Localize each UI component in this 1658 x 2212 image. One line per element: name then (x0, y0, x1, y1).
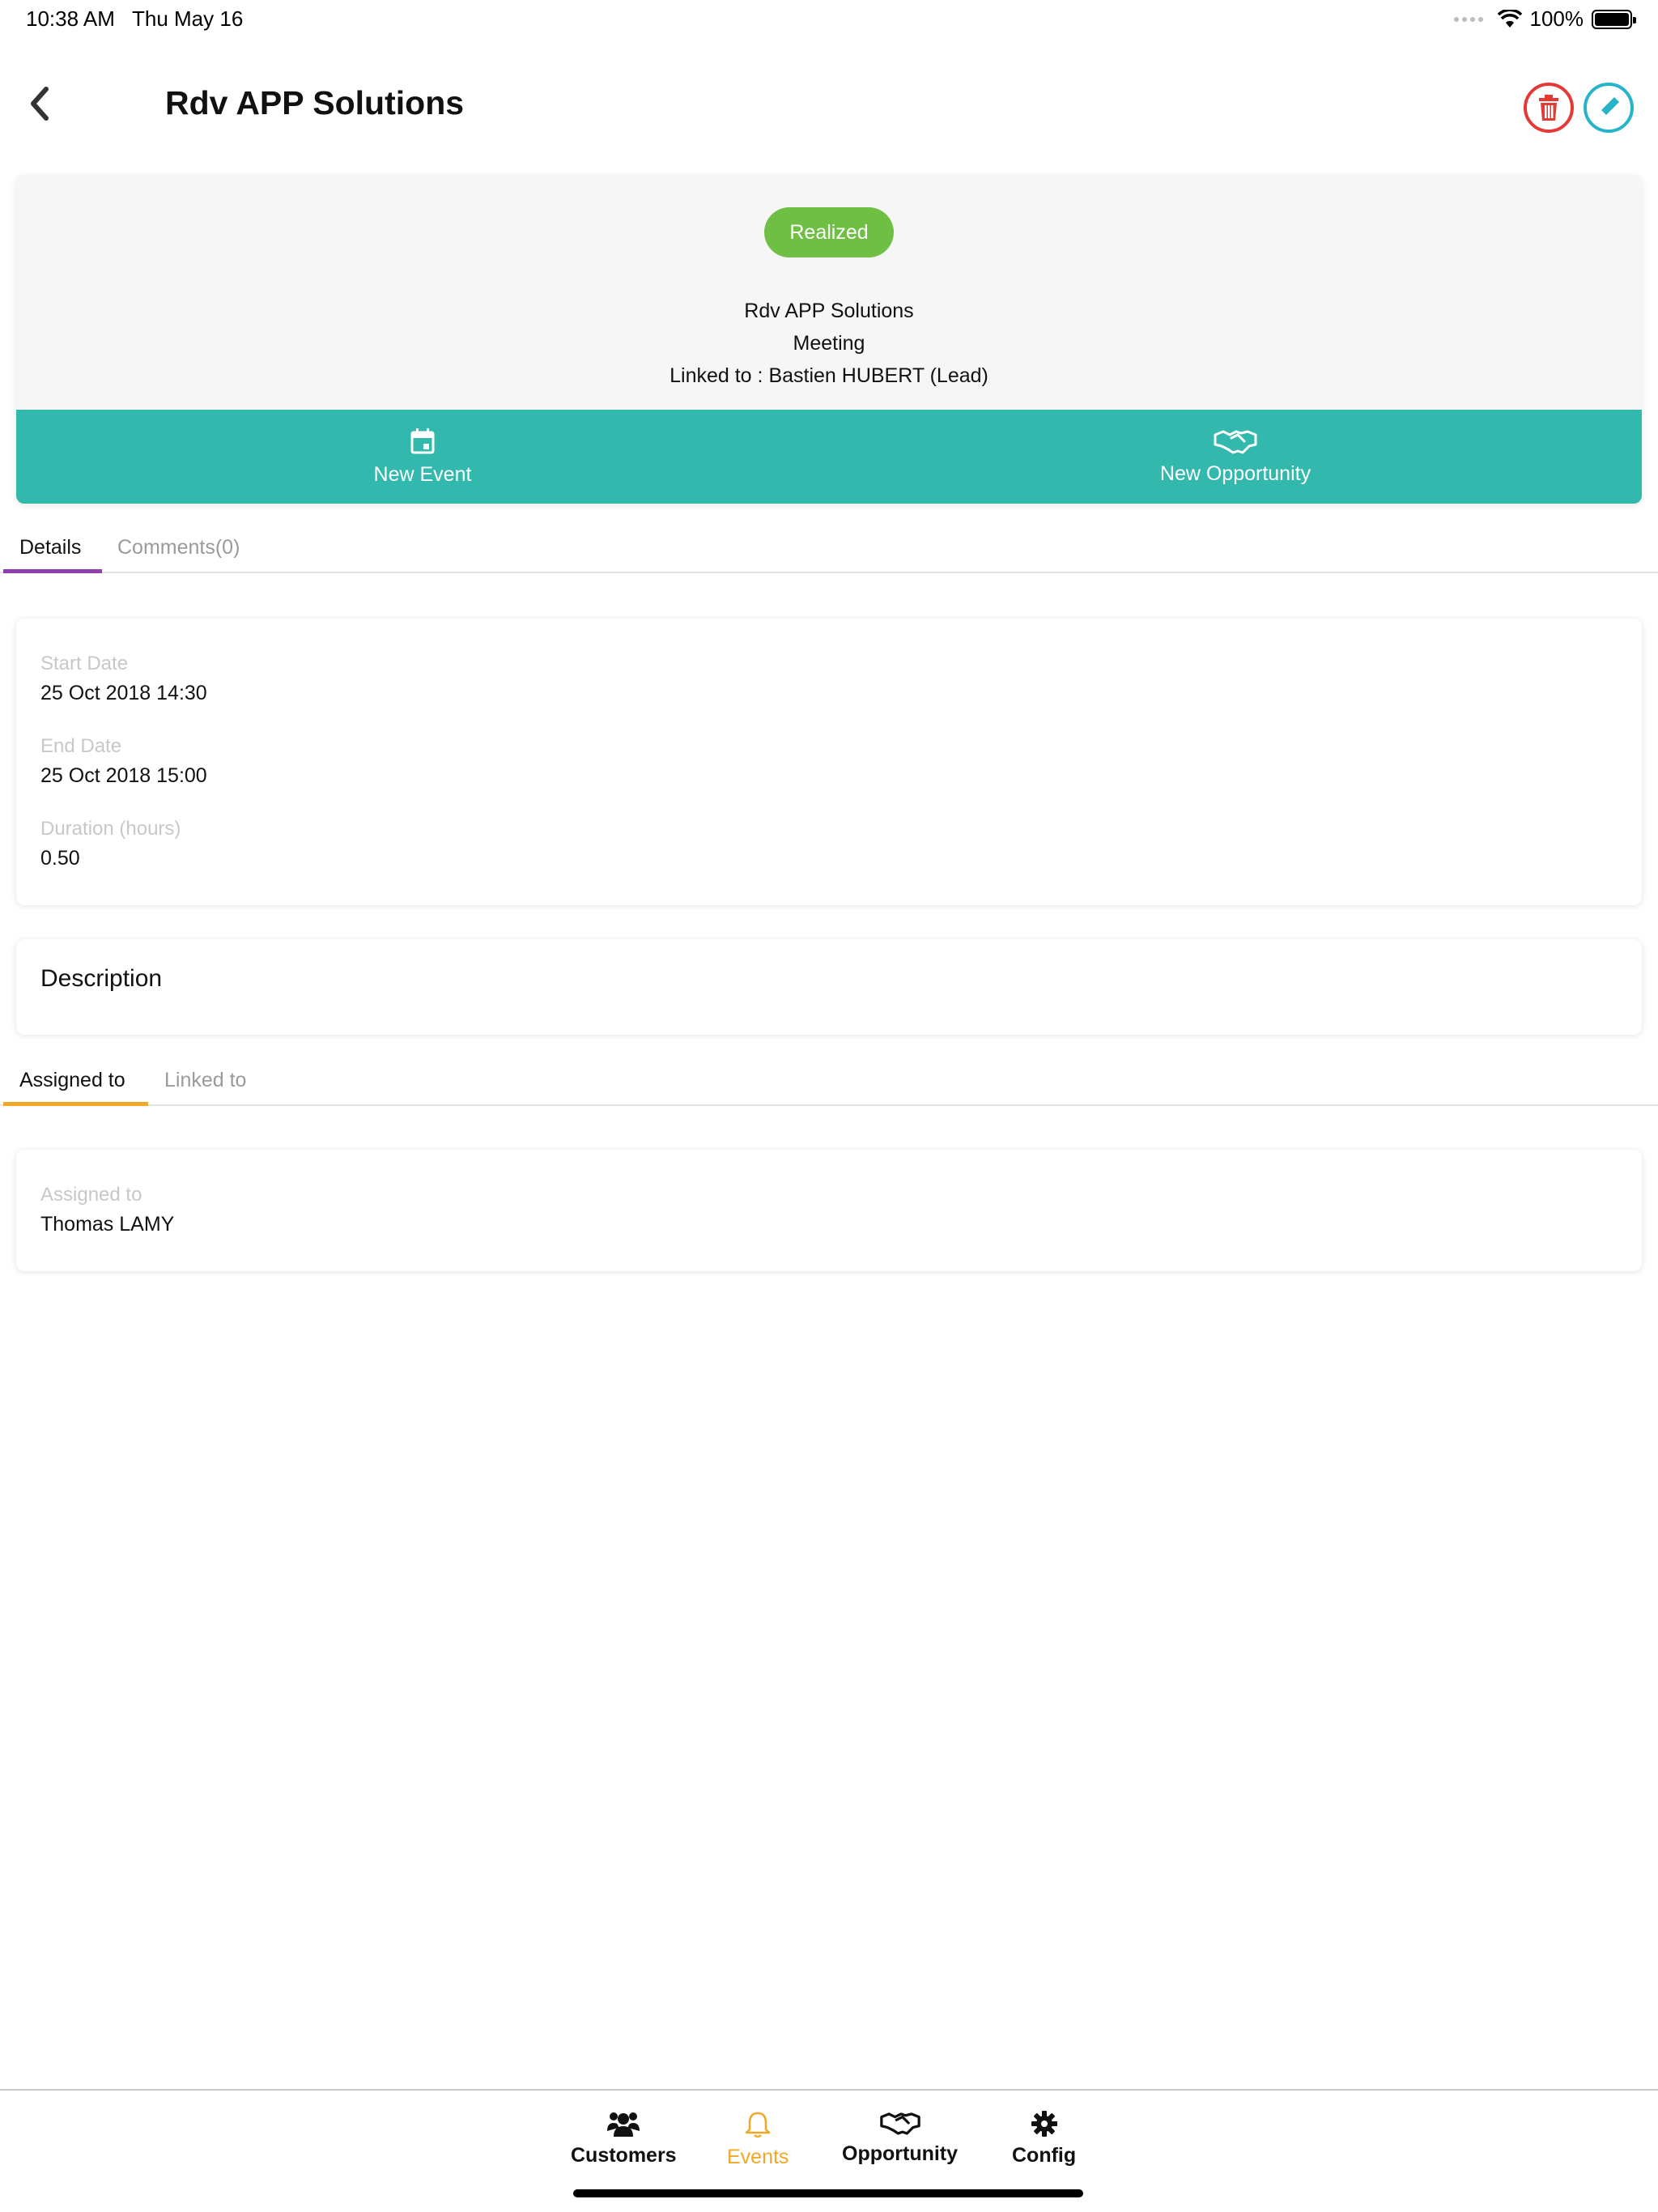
wifi-icon (1497, 9, 1522, 28)
battery-icon (1592, 9, 1636, 29)
event-linked: Linked to : Bastien HUBERT (Lead) (16, 364, 1642, 388)
tab-details-indicator (3, 569, 102, 573)
event-summary-card: Realized Rdv APP Solutions Meeting Linke… (16, 175, 1642, 504)
nav-config-label: Config (1012, 2144, 1077, 2167)
description-card: Description (16, 939, 1642, 1035)
assignment-tabs: Assigned to Linked to (0, 1053, 1658, 1106)
duration-label: Duration (hours) (40, 818, 181, 840)
tab-comments[interactable]: Comments(0) (117, 536, 240, 559)
nav-opportunity-label: Opportunity (842, 2142, 959, 2165)
event-type: Meeting (793, 332, 865, 355)
assigned-card: Assigned to Thomas LAMY (16, 1150, 1642, 1271)
new-event-button[interactable]: New Event (16, 410, 829, 504)
details-card: Start Date 25 Oct 2018 14:30 End Date 25… (16, 619, 1642, 905)
tab-details[interactable]: Details (19, 536, 81, 559)
nav-events[interactable]: Events (727, 2110, 789, 2169)
page-title: Rdv APP Solutions (165, 84, 465, 121)
linked-value: Bastien HUBERT (Lead) (768, 364, 988, 387)
tab-assigned-to[interactable]: Assigned to (19, 1069, 125, 1092)
description-title: Description (40, 965, 163, 992)
assigned-to-value: Thomas LAMY (40, 1213, 175, 1236)
chevron-left-icon (31, 87, 49, 121)
delete-button[interactable] (1524, 83, 1574, 133)
header-actions (1524, 83, 1634, 133)
bell-icon (745, 2112, 771, 2138)
status-bar: 10:38 AM Thu May 16 100% (0, 0, 1658, 39)
trash-icon (1539, 95, 1558, 121)
end-date-value: 25 Oct 2018 15:00 (40, 764, 207, 787)
home-indicator (573, 2189, 1083, 2197)
new-event-label: New Event (373, 462, 472, 486)
handshake-icon (879, 2112, 920, 2135)
end-date-label: End Date (40, 735, 122, 757)
pencil-icon (1600, 97, 1619, 117)
details-tabs: Details Comments(0) (0, 520, 1658, 573)
nav-events-label: Events (727, 2146, 789, 2168)
linked-label: Linked to : (670, 364, 763, 387)
status-time: 10:38 AM (26, 6, 115, 31)
assigned-to-label: Assigned to (40, 1184, 142, 1206)
tab-linked-to[interactable]: Linked to (164, 1069, 246, 1092)
nav-config[interactable]: Config (1012, 2110, 1076, 2167)
back-button[interactable] (15, 79, 63, 128)
event-name: Rdv APP Solutions (744, 300, 914, 322)
nav-opportunity[interactable]: Opportunity (842, 2110, 958, 2166)
nav-customers[interactable]: Customers (571, 2110, 677, 2167)
start-date-label: Start Date (40, 653, 129, 674)
header: Rdv APP Solutions (0, 73, 1658, 138)
new-opportunity-button[interactable]: New Opportunity (829, 410, 1642, 504)
start-date-value: 25 Oct 2018 14:30 (40, 682, 207, 704)
calendar-icon (410, 428, 435, 453)
handshake-icon (1214, 430, 1257, 453)
status-badge: Realized (764, 207, 894, 257)
cellular-dots-icon (1453, 16, 1483, 22)
action-bar: New Event New Opportunity (16, 410, 1642, 504)
status-date: Thu May 16 (132, 6, 244, 31)
users-icon (607, 2112, 640, 2137)
new-opportunity-label: New Opportunity (1159, 462, 1312, 485)
duration-value: 0.50 (40, 847, 80, 870)
gear-icon (1031, 2111, 1057, 2137)
edit-button[interactable] (1584, 83, 1634, 133)
battery-percent: 100% (1529, 6, 1584, 31)
nav-customers-label: Customers (571, 2144, 677, 2167)
status-indicators: 100% (1453, 6, 1636, 32)
tab-assigned-indicator (3, 1102, 148, 1106)
